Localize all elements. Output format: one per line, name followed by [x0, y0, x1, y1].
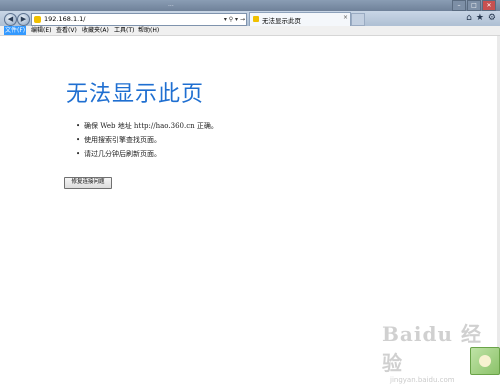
list-item: 请过几分钟后刷新页面。 — [76, 147, 218, 161]
minimize-button[interactable]: – — [452, 0, 466, 11]
window-title: ... — [168, 1, 174, 8]
tab-close-icon[interactable]: × — [343, 14, 348, 21]
menu-bar: 文件(F) 编辑(E) 查看(V) 收藏夹(A) 工具(T) 帮助(H) — [0, 26, 500, 36]
forward-arrow-icon[interactable]: ▶ — [17, 13, 30, 26]
tab-current[interactable]: 无法显示此页 × — [249, 12, 351, 26]
suggestion-list: 确保 Web 地址 http://hao.360.cn 正确。 使用搜索引擎查找… — [76, 119, 218, 161]
window-controls: – □ ✕ — [452, 0, 496, 11]
corner-logo — [470, 347, 500, 375]
logo-circle — [479, 355, 491, 367]
gear-icon[interactable]: ⚙ — [488, 12, 496, 25]
maximize-button[interactable]: □ — [467, 0, 481, 11]
fix-connection-button[interactable]: 修复连接问题 — [64, 177, 112, 189]
close-button[interactable]: ✕ — [482, 0, 496, 11]
menu-tools[interactable]: 工具(T) — [113, 26, 135, 35]
home-icon[interactable]: ⌂ — [466, 12, 472, 25]
menu-view[interactable]: 查看(V) — [55, 26, 78, 35]
list-item: 使用搜索引擎查找页面。 — [76, 133, 218, 147]
page-icon — [34, 16, 41, 23]
new-tab-button[interactable] — [351, 13, 365, 26]
back-arrow-icon[interactable]: ◀ — [4, 13, 17, 26]
page-title: 无法显示此页 — [66, 82, 205, 107]
tab-title: 无法显示此页 — [262, 17, 301, 25]
address-input[interactable]: 192.168.1.1/ — [44, 15, 85, 23]
address-tools[interactable]: ▾ ⚲ ▾ → — [224, 14, 245, 25]
window-titlebar: ... – □ ✕ — [0, 0, 500, 11]
star-icon[interactable]: ★ — [476, 12, 484, 25]
address-bar[interactable]: 192.168.1.1/ ▾ ⚲ ▾ → — [31, 13, 247, 26]
watermark-sub: jingyan.baidu.com — [390, 376, 455, 384]
menu-file[interactable]: 文件(F) — [4, 26, 27, 35]
navigation-bar: ◀ ▶ 192.168.1.1/ ▾ ⚲ ▾ → 无法显示此页 × ⌂ ★ ⚙ — [0, 11, 500, 26]
menu-favorites[interactable]: 收藏夹(A) — [81, 26, 110, 35]
menu-edit[interactable]: 编辑(E) — [30, 26, 52, 35]
list-item: 确保 Web 地址 http://hao.360.cn 正确。 — [76, 119, 218, 133]
menu-help[interactable]: 帮助(H) — [137, 26, 160, 35]
tab-page-icon — [253, 16, 259, 22]
toolbar-icons: ⌂ ★ ⚙ — [466, 12, 496, 25]
